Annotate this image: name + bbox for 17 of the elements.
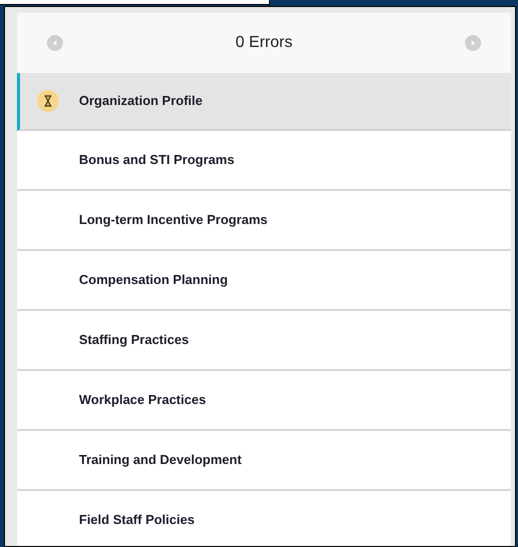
- section-item[interactable]: Field Staff Policies: [17, 491, 511, 546]
- section-label: Compensation Planning: [79, 271, 228, 290]
- section-label: Workplace Practices: [79, 391, 206, 410]
- section-label: Bonus and STI Programs: [79, 151, 234, 170]
- section-item[interactable]: Organization Profile: [17, 73, 511, 131]
- section-item[interactable]: Workplace Practices: [17, 371, 511, 431]
- section-label: Field Staff Policies: [79, 511, 195, 530]
- section-item[interactable]: Training and Development: [17, 431, 511, 491]
- section-item[interactable]: Bonus and STI Programs: [17, 131, 511, 191]
- section-label: Long-term Incentive Programs: [79, 211, 268, 230]
- section-label: Organization Profile: [79, 92, 203, 110]
- section-label: Training and Development: [79, 451, 242, 470]
- error-count: 0 Errors: [236, 33, 292, 53]
- section-item[interactable]: Compensation Planning: [17, 251, 511, 311]
- section-label: Staffing Practices: [79, 331, 189, 350]
- section-item[interactable]: Staffing Practices: [17, 311, 511, 371]
- section-item[interactable]: Long-term Incentive Programs: [17, 191, 511, 251]
